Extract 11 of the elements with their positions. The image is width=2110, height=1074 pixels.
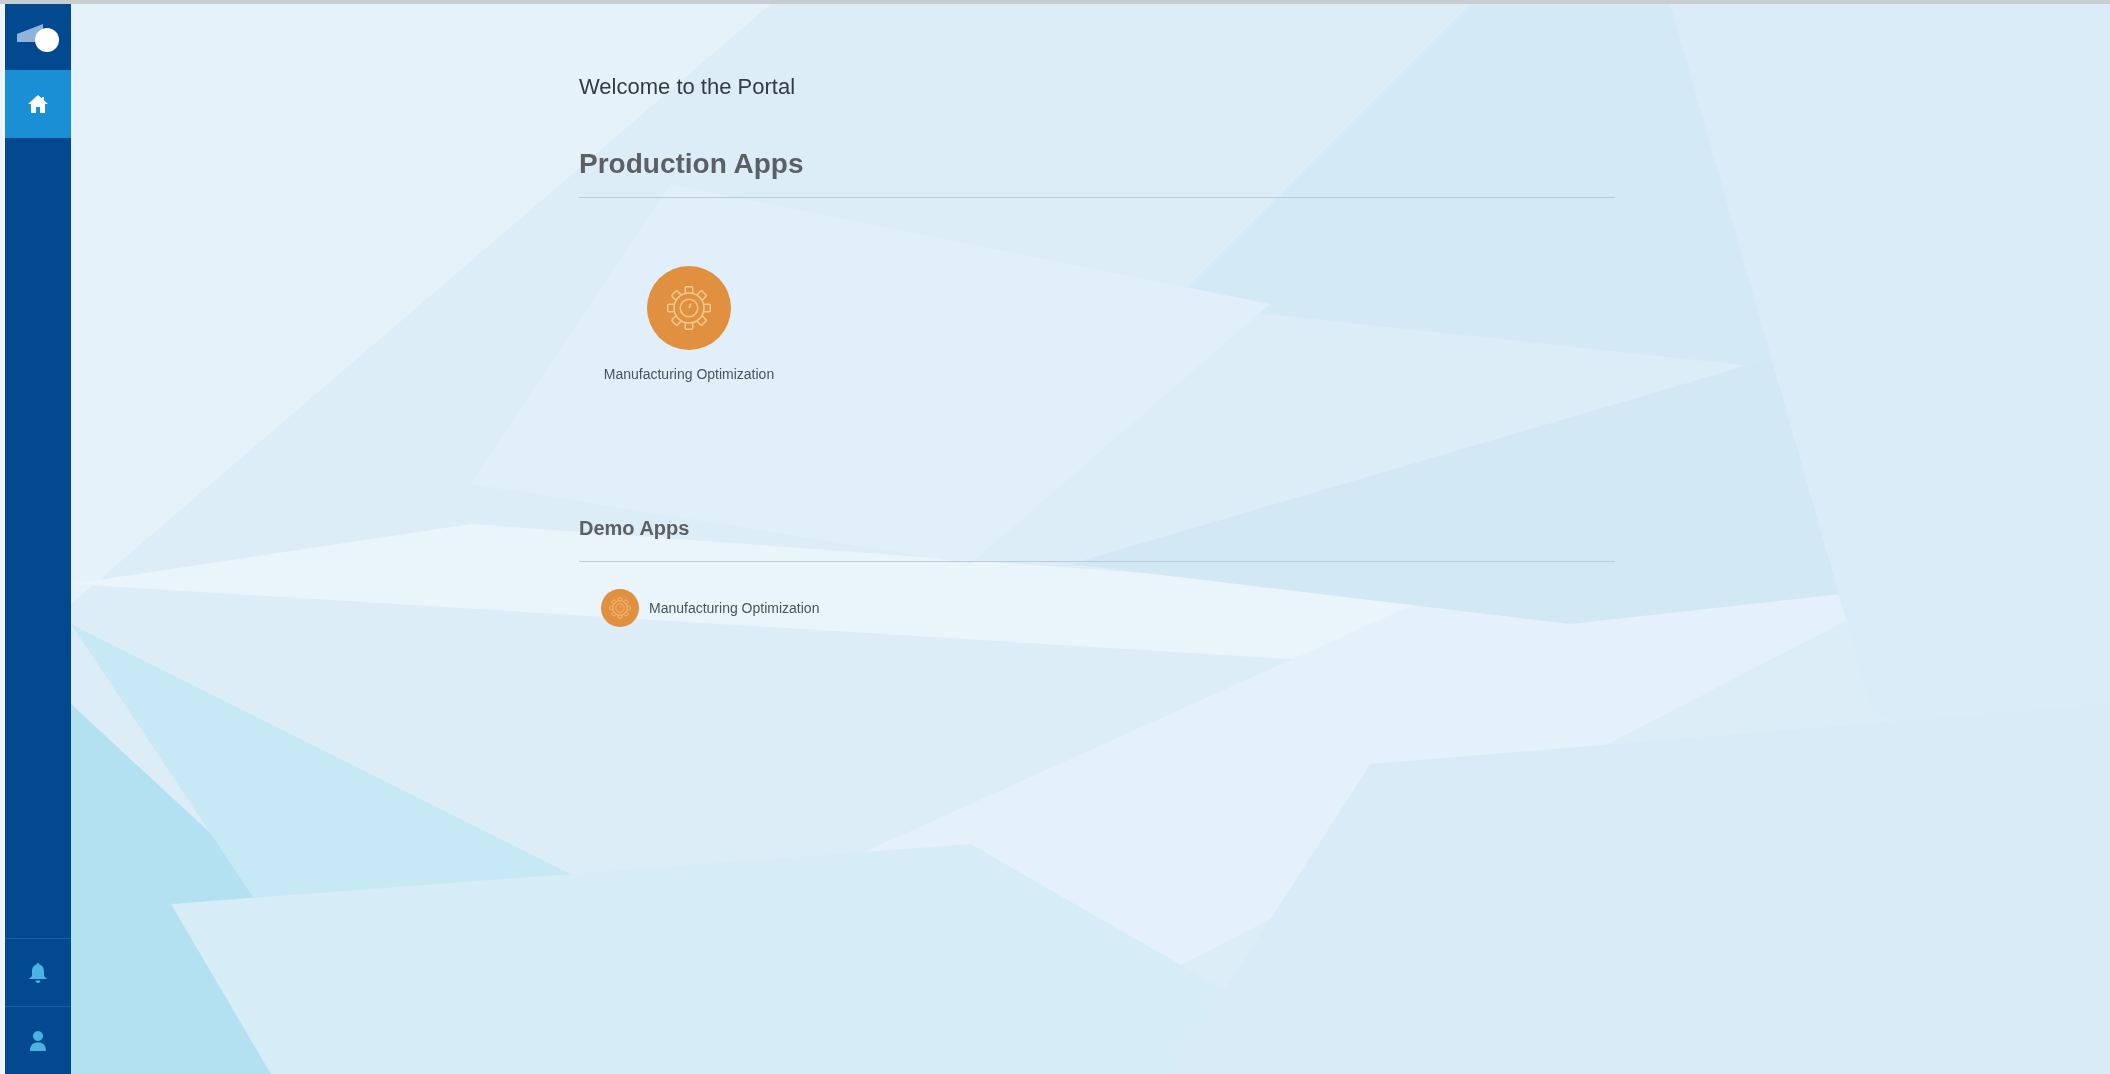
section-title: Production Apps [579, 147, 805, 181]
bell-icon [28, 961, 48, 984]
gear-icon [664, 283, 714, 333]
home-icon [27, 94, 49, 114]
app-list-item[interactable]: Manufacturing Optimization [601, 589, 1615, 627]
home-nav-item[interactable] [5, 70, 71, 138]
welcome-heading: Welcome to the Portal [579, 73, 797, 101]
gear-icon [608, 596, 632, 620]
user-icon [28, 1029, 48, 1052]
app-tile[interactable]: Manufacturing Optimization [599, 266, 779, 385]
section-title: Demo Apps [579, 516, 691, 541]
